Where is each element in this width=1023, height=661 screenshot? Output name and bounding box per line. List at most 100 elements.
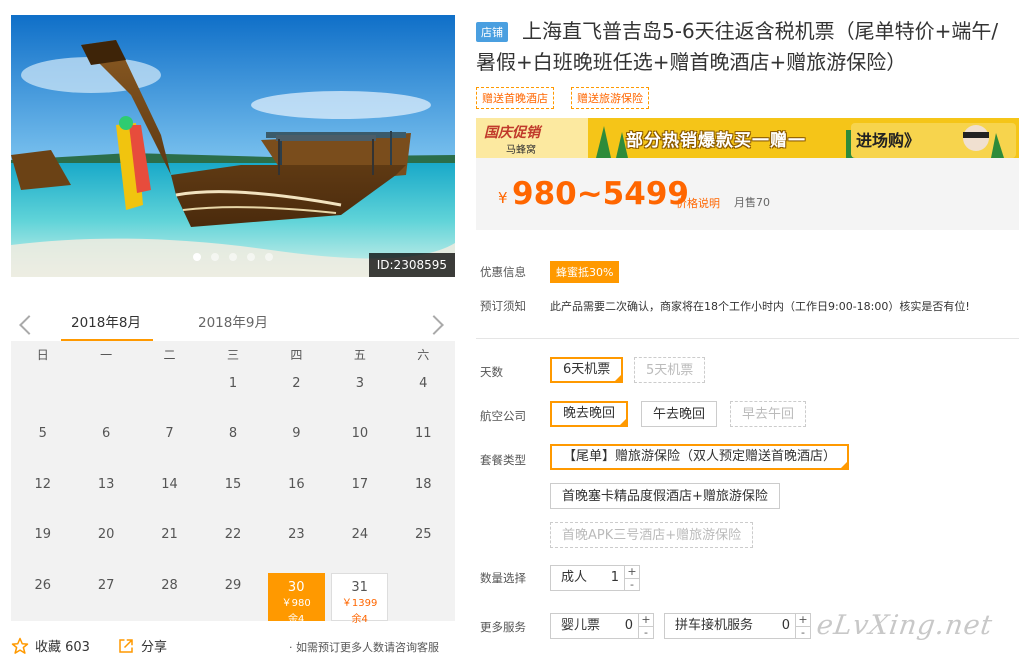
- tab-august[interactable]: 2018年8月: [71, 311, 141, 331]
- favorite-label: 收藏 603: [35, 640, 90, 655]
- calendar-day: 3: [355, 376, 364, 391]
- adult-stepper[interactable]: 成人 1 + -: [550, 565, 640, 591]
- quantity-label: 数量选择: [480, 571, 526, 585]
- calendar-day: 28: [161, 577, 178, 593]
- calendar-day: 11: [415, 426, 432, 442]
- decrement-icon[interactable]: -: [625, 579, 639, 591]
- shop-badge[interactable]: 店铺: [476, 22, 508, 42]
- day-stock: 余4: [288, 613, 305, 625]
- booking-text: 此产品需要二次确认，商家将在18个工作小时内（工作日9:00-18:00）核实是…: [550, 300, 970, 313]
- airline-option[interactable]: 早去午回: [730, 401, 807, 427]
- calendar-grid: 1 2 3 4 5 6 7 8 9 10 11 12 13 14 15 16 17 18 19 20 21 22 23 24 2…: [11, 369, 455, 625]
- promo-brand: 国庆促销: [484, 125, 540, 141]
- transfer-label: 拼车接机服务: [675, 618, 754, 633]
- divider: [476, 338, 1019, 339]
- boat-photo-image: [11, 15, 455, 277]
- adult-value[interactable]: 1: [611, 566, 619, 590]
- airline-label: 航空公司: [480, 409, 526, 423]
- weekday-label: 一: [100, 348, 113, 362]
- calendar-day: 27: [97, 577, 115, 593]
- weekday-label: 四: [290, 348, 303, 362]
- booking-label: 预订须知: [480, 299, 526, 313]
- calendar-day: 13: [97, 476, 115, 492]
- calendar-day: 26: [34, 577, 51, 593]
- price-note-link[interactable]: 价格说明: [676, 195, 720, 211]
- tag-free-insurance: 赠送旅游保险: [571, 87, 649, 109]
- calendar-nav: 2018年8月 2018年9月: [11, 303, 455, 342]
- calendar-day: 16: [288, 476, 305, 492]
- discount-label: 优惠信息: [480, 265, 526, 279]
- share-button[interactable]: 分享: [117, 636, 167, 655]
- carousel-dot[interactable]: [229, 253, 237, 261]
- calendar-day: 24: [351, 527, 369, 543]
- package-option[interactable]: 首晚塞卡精品度假酒店+赠旅游保险: [550, 483, 780, 509]
- airline-option[interactable]: 晚去晚回: [550, 401, 629, 427]
- calendar-prev-icon[interactable]: [19, 315, 39, 335]
- more-services-label: 更多服务: [480, 620, 526, 634]
- days-option[interactable]: 5天机票: [634, 357, 706, 383]
- package-label: 套餐类型: [480, 453, 526, 467]
- decrement-icon[interactable]: -: [796, 627, 810, 639]
- days-option[interactable]: 6天机票: [550, 357, 624, 383]
- calendar-day: 14: [161, 476, 178, 492]
- calendar-day: 10: [351, 426, 369, 442]
- star-icon: [11, 637, 29, 654]
- calendar-day: 8: [228, 426, 238, 442]
- calendar-day: 7: [165, 426, 174, 442]
- carousel-dot[interactable]: [265, 253, 273, 261]
- tab-september[interactable]: 2018年9月: [198, 311, 268, 331]
- calendar-day: 23: [288, 527, 305, 543]
- infant-stepper[interactable]: 婴儿票 0 + -: [550, 613, 654, 639]
- watermark: eLvXing.net: [814, 610, 995, 641]
- product-photo[interactable]: ID:2308595: [11, 15, 455, 277]
- calendar-day: 29: [224, 577, 242, 593]
- transfer-value[interactable]: 0: [782, 614, 790, 638]
- calendar-day: 15: [224, 476, 242, 492]
- promo-sub: 马蜂窝: [506, 145, 536, 156]
- transfer-stepper[interactable]: 拼车接机服务 0 + -: [664, 613, 811, 639]
- calendar-day: 6: [101, 426, 111, 442]
- share-icon: [119, 638, 133, 653]
- calendar-day: 19: [34, 527, 51, 543]
- decrement-icon[interactable]: -: [639, 627, 653, 639]
- calendar-day: 4: [419, 376, 428, 391]
- promo-cta[interactable]: 进场购》: [856, 127, 920, 151]
- calendar-day: 18: [415, 476, 432, 492]
- weekday-label: 五: [353, 348, 366, 362]
- day-number: 30: [287, 579, 305, 595]
- share-label: 分享: [141, 640, 168, 655]
- day-number: 31: [351, 579, 368, 595]
- image-id-label: ID:2308595: [368, 253, 455, 277]
- promo-banner[interactable]: 国庆促销 马蜂窝 部分热销爆款买一赠一 进场购》: [476, 118, 1019, 158]
- infant-label: 婴儿票: [561, 618, 601, 633]
- day-stock: 余4: [351, 613, 368, 625]
- days-label: 天数: [480, 365, 503, 379]
- package-option[interactable]: 【尾单】赠旅游保险（双人预定赠送首晚酒店）: [550, 444, 850, 470]
- calendar-day: 1: [228, 376, 238, 391]
- calendar-day: 12: [34, 476, 51, 492]
- day-price: ￥1399: [341, 597, 378, 609]
- price-range: 980~5499: [512, 176, 689, 212]
- calendar-day: 20: [97, 527, 115, 543]
- favorite-button[interactable]: 收藏 603: [11, 636, 90, 655]
- price-box: ¥ 980~5499 价格说明 月售70: [476, 158, 1019, 230]
- consult-note[interactable]: · 如需预订更多人数请咨询客服: [289, 639, 439, 655]
- calendar-day-priced[interactable]: 31 ￥1399 余4: [331, 572, 389, 625]
- carousel-dot[interactable]: [193, 253, 201, 261]
- carousel-dot[interactable]: [247, 253, 255, 261]
- package-option[interactable]: 首晚APK三号酒店+赠旅游保险: [550, 522, 754, 548]
- airline-option[interactable]: 午去晚回: [641, 401, 718, 427]
- carousel-dot[interactable]: [211, 253, 219, 261]
- calendar-weekday-header: 日一二三四五六: [11, 341, 455, 369]
- calendar-day-priced[interactable]: 30 ￥980 余4: [267, 572, 325, 625]
- adult-label: 成人: [561, 570, 588, 585]
- product-title: 上海直飞普吉岛5-6天往返含税机票（尾单特价+端午/暑假+白班晚班任选+赠首晚酒…: [476, 19, 999, 74]
- monthly-sold: 月售70: [734, 196, 770, 209]
- calendar-next-icon[interactable]: [424, 315, 444, 335]
- weekday-label: 三: [226, 348, 239, 362]
- day-price: ￥980: [281, 597, 311, 609]
- calendar-day: 9: [292, 426, 301, 442]
- calendar-day: 21: [161, 527, 178, 543]
- weekday-label: 二: [163, 348, 176, 362]
- infant-value[interactable]: 0: [625, 614, 633, 638]
